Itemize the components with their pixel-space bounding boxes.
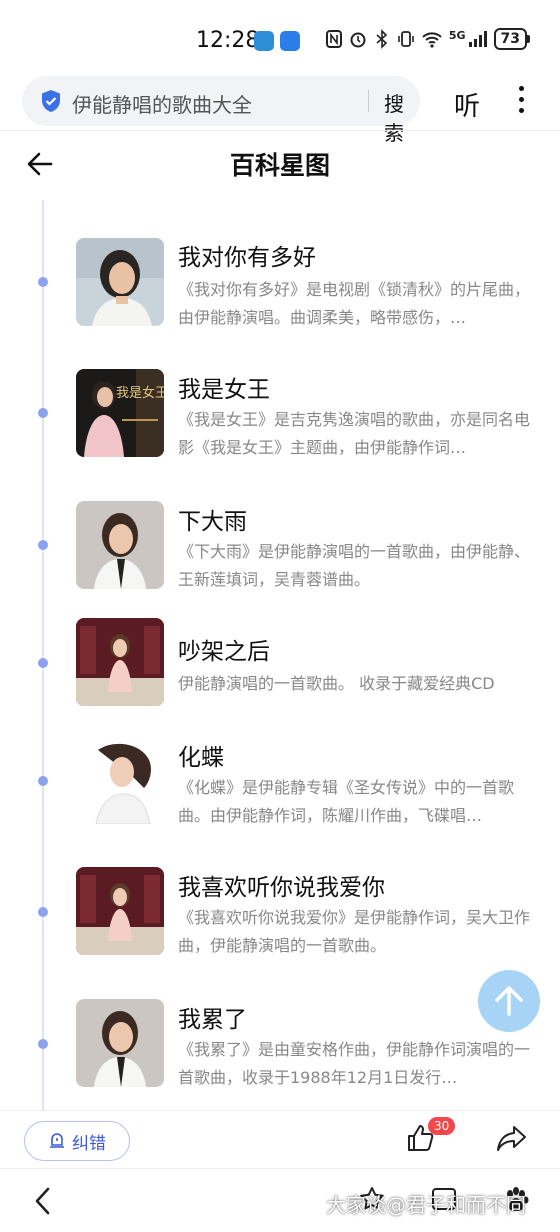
share-icon[interactable] — [496, 1123, 528, 1153]
song-description: 《我喜欢听你说我爱你》是伊能静作词，吴大卫作曲，伊能静演唱的一首歌曲。 — [178, 908, 531, 955]
status-icons: 5G 73 — [325, 28, 530, 50]
network-type: 5G — [448, 28, 466, 42]
song-title: 我对你有多好 — [178, 245, 316, 271]
timeline-dot — [38, 658, 48, 668]
nav-back-icon[interactable] — [32, 1185, 54, 1217]
battery-level: 73 — [493, 28, 527, 50]
header-divider — [0, 130, 560, 131]
scroll-to-top-button[interactable] — [478, 970, 540, 1032]
timeline-dot — [38, 776, 48, 786]
page-title: 百科星图 — [229, 151, 330, 180]
song-title: 化蝶 — [178, 745, 224, 771]
timeline-dot — [38, 1039, 48, 1049]
song-title: 我喜欢听你说我爱你 — [178, 875, 385, 901]
song-cover — [76, 501, 164, 589]
list-item[interactable]: 吵架之后 伊能静演唱的一首歌曲。 收录于藏爱经典CD — [0, 614, 560, 714]
shield-icon — [42, 90, 60, 112]
nfc-icon — [325, 30, 342, 48]
search-divider — [368, 90, 369, 112]
report-error-button[interactable]: 纠错 — [24, 1121, 130, 1161]
like-count-badge: 30 — [428, 1117, 456, 1135]
song-description: 《下大雨》是伊能静演唱的一首歌曲，由伊能静、王新莲填词，吴青蓉谱曲。 — [178, 542, 531, 589]
list-item[interactable]: 我对你有多好 《我对你有多好》是电视剧《锁清秋》的片尾曲，由伊能静演唱。曲调柔美… — [0, 232, 560, 332]
list-item[interactable]: 我累了 《我累了》是由童安格作曲，伊能静作词演唱的一首歌曲，收录于1988年12… — [0, 996, 560, 1096]
alarm-icon — [350, 32, 366, 48]
song-cover: 我是女王 — [76, 369, 164, 457]
list-item[interactable]: 下大雨 《下大雨》是伊能静演唱的一首歌曲，由伊能静、王新莲填词，吴青蓉谱曲。 — [0, 496, 560, 596]
status-bar: 12:28 5G 73 — [0, 0, 560, 80]
battery-indicator: 73 — [493, 28, 530, 50]
watermark: 大家谈@君子和而不同 — [326, 1193, 526, 1217]
list-item[interactable]: 化蝶 《化蝶》是伊能静专辑《圣女传说》中的一首歌曲。由伊能静作词，陈耀川作曲，飞… — [0, 732, 560, 832]
song-title: 我是女王 — [178, 377, 270, 403]
song-title: 我累了 — [178, 1007, 247, 1033]
vibrate-icon — [398, 31, 414, 47]
status-time: 12:28 — [196, 28, 260, 53]
action-bar: 纠错 30 — [0, 1110, 560, 1168]
timeline-dot — [38, 277, 48, 287]
song-description: 《我对你有多好》是电视剧《锁清秋》的片尾曲，由伊能静演唱。曲调柔美，略带感伤，… — [178, 280, 531, 327]
song-cover — [76, 736, 164, 824]
list-item[interactable]: 我喜欢听你说我爱你 《我喜欢听你说我爱你》是伊能静作词，吴大卫作曲，伊能静演唱的… — [0, 864, 560, 964]
wifi-icon — [422, 32, 442, 48]
song-description: 《我是女王》是吉克隽逸演唱的歌曲，亦是同名电影《我是女王》主题曲，由伊能静作词… — [178, 410, 531, 457]
song-title: 下大雨 — [178, 509, 247, 535]
more-options-icon[interactable] — [518, 86, 526, 116]
bluetooth-icon — [376, 29, 387, 49]
song-cover — [76, 238, 164, 326]
signal-icon — [468, 31, 487, 47]
list-item[interactable]: 我是女王 我是女王 《我是女王》是吉克隽逸演唱的歌曲，亦是同名电影《我是女王》主… — [0, 364, 560, 464]
song-description: 《化蝶》是伊能静专辑《圣女传说》中的一首歌曲。由伊能静作词，陈耀川作曲，飞碟唱… — [178, 778, 515, 825]
timeline-dot — [38, 540, 48, 550]
battery-tip — [527, 35, 530, 43]
song-cover — [76, 618, 164, 706]
cover-title-text: 我是女王 — [116, 385, 164, 400]
bottom-navigation: 大家谈@君子和而不同 — [0, 1168, 560, 1232]
listen-button[interactable]: 听 — [454, 86, 480, 123]
arrow-up-icon — [495, 986, 523, 1016]
song-cover — [76, 999, 164, 1087]
timeline-dot — [38, 408, 48, 418]
browser-notification-icon — [254, 31, 274, 51]
song-description: 伊能静演唱的一首歌曲。 收录于藏爱经典CD — [178, 674, 495, 693]
report-error-label: 纠错 — [72, 1133, 106, 1154]
song-description: 《我累了》是由童安格作曲，伊能静作词演唱的一首歌曲，收录于1988年12月1日发… — [178, 1040, 531, 1087]
search-button[interactable]: 搜索 — [384, 88, 420, 146]
cloud-notification-icon — [280, 31, 300, 51]
timeline-dot — [38, 907, 48, 917]
report-icon — [50, 1133, 64, 1148]
song-title: 吵架之后 — [178, 639, 270, 665]
song-cover — [76, 867, 164, 955]
search-query: 伊能静唱的歌曲大全 — [72, 93, 252, 117]
search-input[interactable]: 伊能静唱的歌曲大全 搜索 — [22, 76, 420, 145]
